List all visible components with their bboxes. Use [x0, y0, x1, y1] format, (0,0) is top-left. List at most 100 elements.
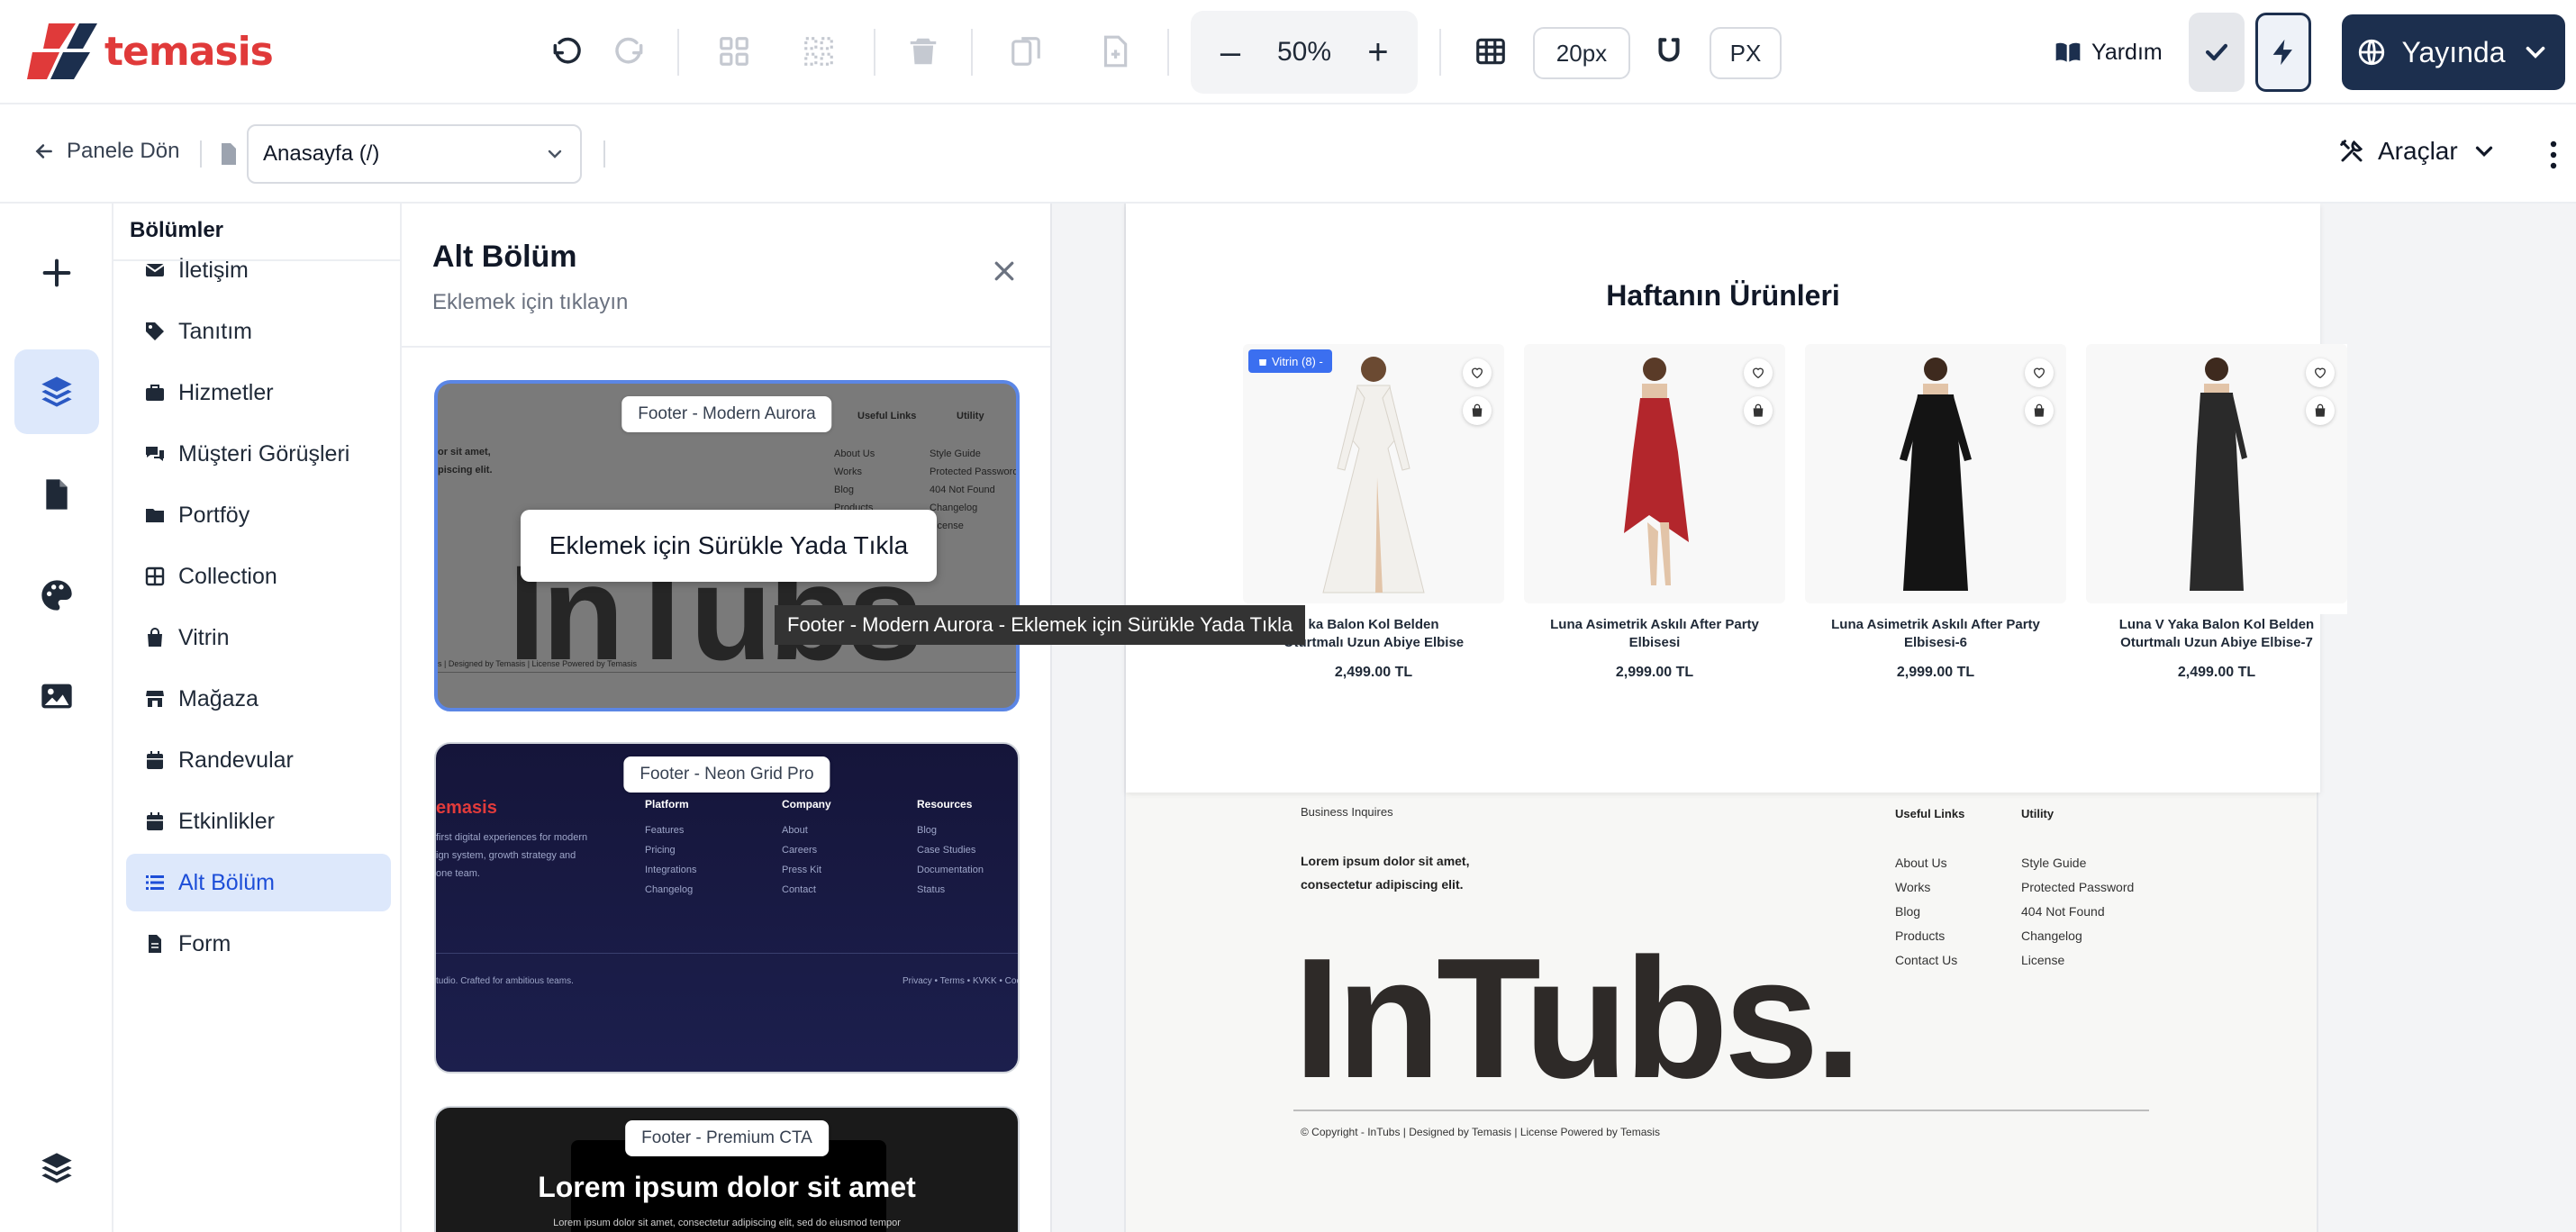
bag-icon	[1259, 359, 1266, 366]
unit-button[interactable]: PX	[1710, 27, 1782, 79]
preview-text: first digital experiences for modern	[436, 832, 588, 843]
preview-link: Press Kit	[782, 865, 822, 875]
envelope-icon	[145, 264, 165, 276]
wishlist-button[interactable]	[1744, 358, 1773, 387]
preview-link: Features	[645, 825, 685, 836]
product-card[interactable]	[1524, 344, 1785, 614]
template-card-neon-grid-pro[interactable]: emasis first digital experiences for mod…	[434, 742, 1020, 1073]
rail-media-button[interactable]	[14, 654, 99, 738]
section-item-collection[interactable]: Collection	[126, 548, 391, 605]
wishlist-button[interactable]	[2306, 358, 2335, 387]
footer-link[interactable]: Products	[1895, 929, 1945, 943]
footer-link[interactable]: Protected Password	[2021, 880, 2134, 894]
grid-dashed-icon[interactable]	[798, 31, 839, 72]
toolbar-divider	[874, 29, 875, 76]
check-icon	[2205, 43, 2228, 61]
section-item-iletisim[interactable]: İletişim	[126, 241, 391, 299]
section-item-randevular[interactable]: Randevular	[126, 731, 391, 789]
preview-link: Blog	[917, 825, 938, 836]
section-item-tanitim[interactable]: Tanıtım	[126, 303, 391, 360]
page-select[interactable]: Anasayfa (/)	[247, 124, 582, 184]
preview-heading: Useful Links	[857, 411, 917, 421]
help-label: Yardım	[2091, 39, 2163, 65]
divider	[436, 953, 1018, 954]
section-item-portfoy[interactable]: Portföy	[126, 486, 391, 544]
add-to-cart-button[interactable]	[1463, 396, 1492, 425]
template-card-premium-cta[interactable]: Lorem ipsum dolor sit amet Lorem ipsum d…	[434, 1106, 1020, 1232]
section-item-form[interactable]: Form	[126, 915, 391, 973]
rail-stack-button[interactable]	[14, 1126, 99, 1210]
footer-link[interactable]: 404 Not Found	[2021, 904, 2105, 919]
product-card[interactable]	[1805, 344, 2066, 614]
product-card[interactable]	[1243, 344, 1504, 614]
bag-icon	[2315, 403, 2326, 417]
vitrin-badge[interactable]: Vitrin (8) -	[1248, 349, 1332, 373]
footer-link[interactable]: Contact Us	[1895, 953, 1957, 967]
footer-link[interactable]: About Us	[1895, 856, 1947, 870]
preview-link: Documentation	[917, 865, 984, 875]
zoom-out-button[interactable]: –	[1211, 34, 1250, 70]
add-to-cart-button[interactable]	[1744, 396, 1773, 425]
palette-icon	[41, 580, 72, 611]
chevron-down-icon	[2475, 146, 2492, 158]
rail-add-button[interactable]	[14, 231, 99, 315]
preview-link: Status	[917, 884, 946, 895]
section-item-musteri-gorusleri[interactable]: Müşteri Görüşleri	[126, 425, 391, 483]
vitrin-badge-label: Vitrin (8) -	[1272, 354, 1323, 368]
section-item-label: Mağaza	[178, 685, 259, 711]
grid-icon[interactable]	[713, 31, 755, 72]
footer-link[interactable]: Works	[1895, 880, 1930, 894]
template-card-modern-aurora[interactable]: or sit amet, piscing elit. Useful Links …	[434, 380, 1020, 711]
grid-size-button[interactable]: 20px	[1533, 27, 1630, 79]
footer-business: Business Inquires	[1301, 805, 1393, 819]
drag-hint-button[interactable]: Eklemek için Sürükle Yada Tıkla	[521, 510, 937, 582]
wishlist-button[interactable]	[1463, 358, 1492, 387]
back-to-panel-link[interactable]: Panele Dön	[32, 139, 179, 164]
duplicate-icon[interactable]	[1005, 31, 1047, 72]
footer-link[interactable]: Blog	[1895, 904, 1920, 919]
section-item-label: Tanıtım	[178, 318, 252, 344]
add-page-icon[interactable]	[1093, 31, 1135, 72]
trash-icon[interactable]	[903, 31, 944, 72]
zoom-in-button[interactable]: +	[1358, 34, 1398, 70]
layers-icon	[41, 376, 72, 407]
preview-link: Protected Password	[930, 467, 1019, 477]
section-item-etkinlikler[interactable]: Etkinlikler	[126, 793, 391, 850]
publish-button[interactable]: Yayında	[2342, 14, 2565, 90]
add-to-cart-button[interactable]	[2306, 396, 2335, 425]
section-item-hizmetler[interactable]: Hizmetler	[126, 364, 391, 421]
rail-pages-button[interactable]	[14, 452, 99, 537]
product-card[interactable]	[2086, 344, 2347, 614]
preview-link: Changelog	[930, 503, 978, 513]
add-to-cart-button[interactable]	[2025, 396, 2054, 425]
divider	[113, 259, 400, 261]
check-button[interactable]	[2189, 13, 2245, 92]
close-icon[interactable]	[991, 258, 1018, 285]
tools-menu-button[interactable]: Araçlar	[2338, 137, 2498, 166]
bag-icon	[1472, 403, 1483, 417]
arrow-left-icon	[35, 144, 52, 159]
redo-icon[interactable]	[609, 31, 650, 72]
editor-canvas[interactable]: Haftanın Ürünleri Vitrin (8) - ka Balon …	[1052, 204, 2576, 1232]
more-options-icon[interactable]	[2540, 137, 2567, 173]
magnet-icon[interactable]	[1648, 31, 1690, 72]
footer-link[interactable]: License	[2021, 953, 2064, 967]
section-item-vitrin[interactable]: Vitrin	[126, 609, 391, 666]
section-item-alt-bolum[interactable]: Alt Bölüm	[126, 854, 391, 911]
section-item-magaza[interactable]: Mağaza	[126, 670, 391, 728]
help-link[interactable]: Yardım	[2054, 34, 2163, 70]
rail-theme-button[interactable]	[14, 553, 99, 638]
footer-link[interactable]: Changelog	[2021, 929, 2082, 943]
footer-link[interactable]: Style Guide	[2021, 856, 2086, 870]
undo-icon[interactable]	[546, 31, 587, 72]
dress-image	[1624, 358, 1689, 585]
tools-label: Araçlar	[2378, 137, 2458, 165]
products-section[interactable]: Haftanın Ürünleri Vitrin (8) - ka Balon …	[1126, 204, 2347, 793]
site-footer[interactable]: Business Inquires Lorem ipsum dolor sit …	[1126, 793, 2320, 1232]
wishlist-button[interactable]	[2025, 358, 2054, 387]
quick-action-button[interactable]	[2255, 13, 2311, 92]
temasis-logo[interactable]: temasis	[27, 22, 274, 81]
table-icon[interactable]	[1470, 31, 1511, 72]
rail-layers-button[interactable]	[14, 349, 99, 434]
template-tooltip: Footer - Modern Aurora - Eklemek için Sü…	[775, 605, 1306, 645]
